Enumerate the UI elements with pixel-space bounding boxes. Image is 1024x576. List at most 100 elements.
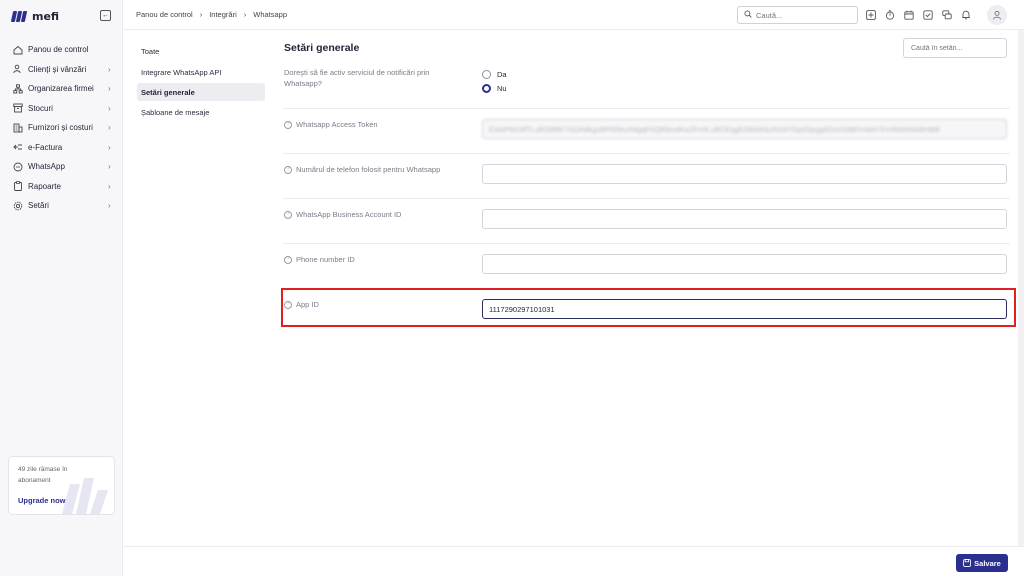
topbar: Panou de control › Integrări › Whatsapp [123,0,1024,30]
sidebar-item-label: e-Factura [28,142,63,152]
save-button[interactable]: Salvare [956,554,1008,572]
avatar[interactable] [987,5,1007,25]
chevron-right-icon: › [108,162,111,172]
sidebar-item-efactura[interactable]: e-Factura › [8,138,116,158]
users-icon [13,64,23,74]
field-label: ? Whatsapp Access Token [284,120,378,129]
radio-dot-checked [482,84,491,93]
chevron-right-icon: › [108,123,111,133]
sidebar-item-panou-de-control[interactable]: Panou de control [8,40,116,60]
subnav-item-integrare-api[interactable]: Integrare WhatsApp API [137,63,265,81]
field-label: ? App ID [284,300,319,309]
calendar-icon[interactable] [903,9,915,21]
sidebar-item-label: Furnizori și costuri [28,123,93,133]
phone-row: ? Numărul de telefon folosit pentru What… [283,154,1010,199]
help-icon[interactable]: ? [284,165,292,174]
sidebar-item-stocuri[interactable]: Stocuri › [8,99,116,119]
sidebar-item-setari[interactable]: Setări › [8,196,116,216]
topbar-actions [865,9,972,21]
subnav-item-toate[interactable]: Toate [137,42,265,60]
help-icon[interactable]: ? [284,120,292,129]
clipboard-icon [13,181,23,192]
sidebar-item-label: WhatsApp [28,162,65,172]
page-title: Setări generale [284,42,360,54]
radio-nu[interactable]: Nu [482,84,507,93]
breadcrumb-item: Whatsapp [253,10,288,19]
footer-bar: Salvare [123,546,1024,576]
phone-number-id-field[interactable] [482,254,1007,274]
sidebar-item-label: Rapoarte [28,181,61,191]
global-search [737,6,858,24]
settings-search-input[interactable] [903,38,1007,58]
chevron-right-icon: › [108,103,111,113]
sidebar-item-label: Setări [28,201,49,211]
sidebar-item-label: Clienți și vânzări [28,64,87,74]
radio-label: Da [497,70,507,79]
sidebar-item-organizarea[interactable]: Organizarea firmei › [8,79,116,99]
building-icon [13,123,23,133]
save-icon [963,559,971,567]
global-search-input[interactable] [756,10,851,20]
search-icon [744,10,752,20]
sidebar-item-rapoarte[interactable]: Rapoarte › [8,177,116,197]
breadcrumb: Panou de control › Integrări › Whatsapp [136,10,287,19]
messages-icon[interactable] [941,9,953,21]
field-label: ? Numărul de telefon folosit pentru What… [284,165,440,174]
add-icon[interactable] [865,9,877,21]
token-row: ? Whatsapp Access Token [283,109,1010,154]
bell-icon[interactable] [960,9,972,21]
gear-icon [13,201,23,211]
field-label: ? Phone number ID [284,255,355,264]
chevron-right-icon: › [243,10,247,19]
breadcrumb-item[interactable]: Panou de control [136,10,193,19]
efactura-icon [13,142,23,152]
phone-number-field[interactable] [482,164,1007,184]
chevron-right-icon: › [108,84,111,94]
sidebar-item-whatsapp[interactable]: WhatsApp › [8,157,116,177]
sidebar-item-label: Stocuri [28,103,53,113]
settings-subnav: Toate Integrare WhatsApp API Setări gene… [123,30,270,545]
scrollbar[interactable] [1018,30,1024,546]
chevron-right-icon: › [199,10,203,19]
brand-logo[interactable]: mefi [10,9,60,23]
app-id-field[interactable] [482,299,1007,319]
logo-icon [10,10,28,22]
breadcrumb-item[interactable]: Integrări [209,10,237,19]
notify-question: Doreşti să fie activ serviciul de notifi… [284,68,430,88]
chat-icon [13,162,23,172]
chevron-right-icon: › [108,201,111,211]
waba-row: ? WhatsApp Business Account ID [283,199,1010,244]
business-account-id-field[interactable] [482,209,1007,229]
radio-dot [482,70,491,79]
brand-name: mefi [32,9,60,23]
chevron-right-icon: › [108,64,111,74]
sidebar-item-label: Organizarea firmei [28,84,94,94]
help-icon[interactable]: ? [284,255,292,264]
sidebar-item-label: Panou de control [28,45,89,55]
timer-icon[interactable] [884,9,896,21]
radio-da[interactable]: Da [482,70,507,79]
org-chart-icon [13,84,23,94]
phone-id-row: ? Phone number ID [283,244,1010,289]
upgrade-card: 49 zile rămase în abonament Upgrade now … [8,456,115,515]
chevron-right-icon: › [108,142,111,152]
user-icon [992,10,1002,20]
field-label: ? WhatsApp Business Account ID [284,210,401,219]
subnav-item-sabloane[interactable]: Șabloane de mesaje [137,103,265,121]
sidebar: mefi ← Panou de control Clienți și vânză… [0,0,123,576]
sidebar-nav: Panou de control Clienți și vânzări › Or… [8,40,116,216]
sidebar-item-furnizori[interactable]: Furnizori și costuri › [8,118,116,138]
radio-label: Nu [497,84,507,93]
help-icon[interactable]: ? [284,210,292,219]
collapse-sidebar-icon[interactable]: ← [100,10,111,21]
subnav-item-setari-generale[interactable]: Setări generale [137,83,265,101]
sidebar-item-clienti[interactable]: Clienți și vânzări › [8,60,116,80]
box-icon [13,103,23,113]
brand-watermark-icon [62,478,108,514]
checkbox-task-icon[interactable] [922,9,934,21]
access-token-field[interactable] [482,119,1007,139]
notify-row: Doreşti să fie activ serviciul de notifi… [283,64,1010,109]
home-icon [13,45,23,55]
chevron-right-icon: › [108,181,111,191]
help-icon[interactable]: ? [284,300,292,309]
